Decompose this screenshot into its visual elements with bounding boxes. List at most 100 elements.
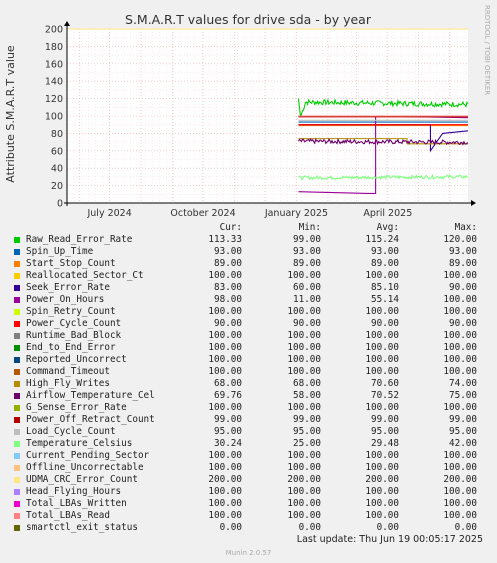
legend-label: Head_Flying_Hours (26, 486, 122, 497)
y-tick-label: 100 (45, 112, 63, 123)
legend-row: Offline_Uncorrectable 100.00 100.00 100.00 1… (0, 462, 497, 474)
legend-min: 100.00 (287, 270, 321, 281)
legend-min: 25.00 (293, 438, 321, 449)
legend-cur: 68.00 (214, 378, 242, 389)
legend-label: Total_LBAs_Written (26, 498, 127, 509)
legend-swatch (14, 477, 20, 483)
legend-avg: 100.00 (365, 450, 399, 461)
legend-min: 100.00 (287, 402, 321, 413)
legend-min: 200.00 (287, 474, 321, 485)
legend-min: 11.00 (293, 294, 321, 305)
legend-min: 100.00 (287, 462, 321, 473)
legend-row: Airflow_Temperature_Cel 69.76 58.00 70.52 75… (0, 390, 497, 402)
legend-min: 100.00 (287, 306, 321, 317)
legend-label: UDMA_CRC_Error_Count (26, 474, 138, 485)
legend-label: Command_Timeout (26, 366, 110, 377)
y-tick-label: 180 (45, 42, 63, 53)
legend-avg: 100.00 (365, 306, 399, 317)
legend-min: 99.00 (293, 234, 321, 245)
legend-avg: 99.00 (371, 414, 399, 425)
legend-row: End_to_End_Error 100.00 100.00 100.00 100.00 (0, 342, 497, 354)
x-tick-label: January 2025 (264, 208, 328, 219)
legend-header-min: Min: (298, 222, 321, 233)
legend-label: Offline_Uncorrectable (26, 462, 144, 473)
legend-avg: 100.00 (365, 354, 399, 365)
legend-cur: 90.00 (214, 318, 242, 329)
legend-cur: 100.00 (208, 402, 242, 413)
legend-row: UDMA_CRC_Error_Count 200.00 200.00 200.00 20… (0, 474, 497, 486)
legend-max: 89.00 (449, 258, 477, 269)
legend-min: 93.00 (293, 246, 321, 257)
legend-avg: 115.24 (365, 234, 399, 245)
legend-avg: 100.00 (365, 330, 399, 341)
legend-swatch (14, 441, 20, 447)
legend-label: Runtime_Bad_Block (26, 330, 122, 341)
legend-label: Spin_Up_Time (26, 246, 94, 257)
x-tick-label: July 2024 (86, 208, 131, 219)
legend-swatch (14, 249, 20, 255)
legend-max: 75.00 (449, 390, 477, 401)
legend-label: Load_Cycle_Count (26, 426, 116, 437)
legend-swatch (14, 273, 20, 279)
legend-header: Cur: Min: Avg: Max: (0, 222, 497, 234)
legend-max: 93.00 (449, 246, 477, 257)
legend-cur: 200.00 (208, 474, 242, 485)
legend-label: Raw_Read_Error_Rate (26, 234, 133, 245)
legend-max: 100.00 (443, 270, 477, 281)
legend-min: 68.00 (293, 378, 321, 389)
legend-cur: 98.00 (214, 294, 242, 305)
legend-label: Power_Cycle_Count (26, 318, 122, 329)
legend-cur: 0.00 (219, 522, 242, 533)
legend-label: Seek_Error_Rate (26, 282, 110, 293)
legend-swatch (14, 309, 20, 315)
legend-max: 100.00 (443, 402, 477, 413)
y-tick-label: 160 (45, 59, 63, 70)
y-tick-label: 80 (51, 129, 63, 140)
legend-label: Power_On_Hours (26, 294, 105, 305)
legend-avg: 93.00 (371, 246, 399, 257)
legend-cur: 100.00 (208, 330, 242, 341)
legend-min: 95.00 (293, 426, 321, 437)
legend-avg: 85.10 (371, 282, 399, 293)
legend-swatch (14, 261, 20, 267)
legend-row: Reallocated_Sector_Ct 100.00 100.00 100.00 1… (0, 270, 497, 282)
legend-cur: 100.00 (208, 450, 242, 461)
legend-max: 99.00 (449, 414, 477, 425)
legend-max: 100.00 (443, 462, 477, 473)
legend-label: Spin_Retry_Count (26, 306, 116, 317)
legend-swatch (14, 369, 20, 375)
y-tick-label: 200 (45, 25, 63, 36)
legend-swatch (14, 465, 20, 471)
legend-min: 100.00 (287, 450, 321, 461)
legend-min: 58.00 (293, 390, 321, 401)
legend-header-max: Max: (454, 222, 477, 233)
chart-title: S.M.A.R.T values for drive sda - by year (125, 12, 372, 27)
legend: Cur: Min: Avg: Max: Raw_Read_Error_Rate 1… (0, 222, 497, 534)
legend-max: 90.00 (449, 318, 477, 329)
legend-avg: 70.52 (371, 390, 399, 401)
legend-label: Temperature_Celsius (26, 438, 133, 449)
legend-max: 100.00 (443, 366, 477, 377)
legend-min: 89.00 (293, 258, 321, 269)
legend-max: 120.00 (443, 234, 477, 245)
legend-cur: 83.00 (214, 282, 242, 293)
y-axis-label: Attribute S.M.A.R.T value (4, 45, 17, 183)
legend-cur: 89.00 (214, 258, 242, 269)
legend-cur: 100.00 (208, 510, 242, 521)
legend-max: 100.00 (443, 486, 477, 497)
legend-min: 0.00 (298, 522, 321, 533)
y-tick-label: 60 (51, 146, 63, 157)
legend-row: G_Sense_Error_Rate 100.00 100.00 100.00 100.… (0, 402, 497, 414)
legend-swatch (14, 381, 20, 387)
legend-swatch (14, 501, 20, 507)
legend-cur: 30.24 (214, 438, 242, 449)
legend-label: Reported_Uncorrect (26, 354, 127, 365)
legend-row: Head_Flying_Hours 100.00 100.00 100.00 100.0… (0, 486, 497, 498)
legend-cur: 69.76 (214, 390, 242, 401)
legend-cur: 99.00 (214, 414, 242, 425)
legend-avg: 100.00 (365, 486, 399, 497)
legend-swatch (14, 525, 20, 531)
legend-min: 100.00 (287, 366, 321, 377)
legend-max: 42.00 (449, 438, 477, 449)
legend-swatch (14, 405, 20, 411)
